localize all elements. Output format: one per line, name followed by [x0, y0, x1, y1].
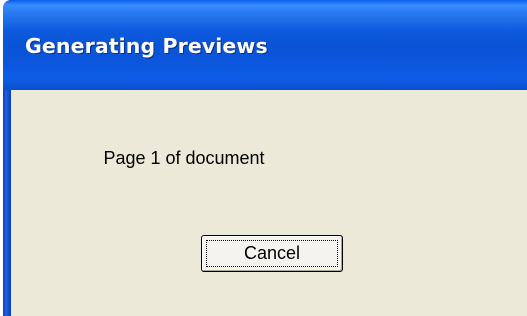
cancel-button-label: Cancel — [243, 243, 301, 263]
generating-previews-dialog: Generating Previews Page 1 of document C… — [3, 0, 527, 316]
progress-message: Page 1 of document — [103, 148, 265, 168]
dialog-body: Page 1 of document Cancel — [10, 90, 527, 316]
cancel-button[interactable]: Cancel — [201, 235, 343, 272]
title-bar[interactable]: Generating Previews — [3, 0, 527, 90]
window-title: Generating Previews — [25, 34, 268, 58]
window-frame-left — [3, 90, 10, 316]
